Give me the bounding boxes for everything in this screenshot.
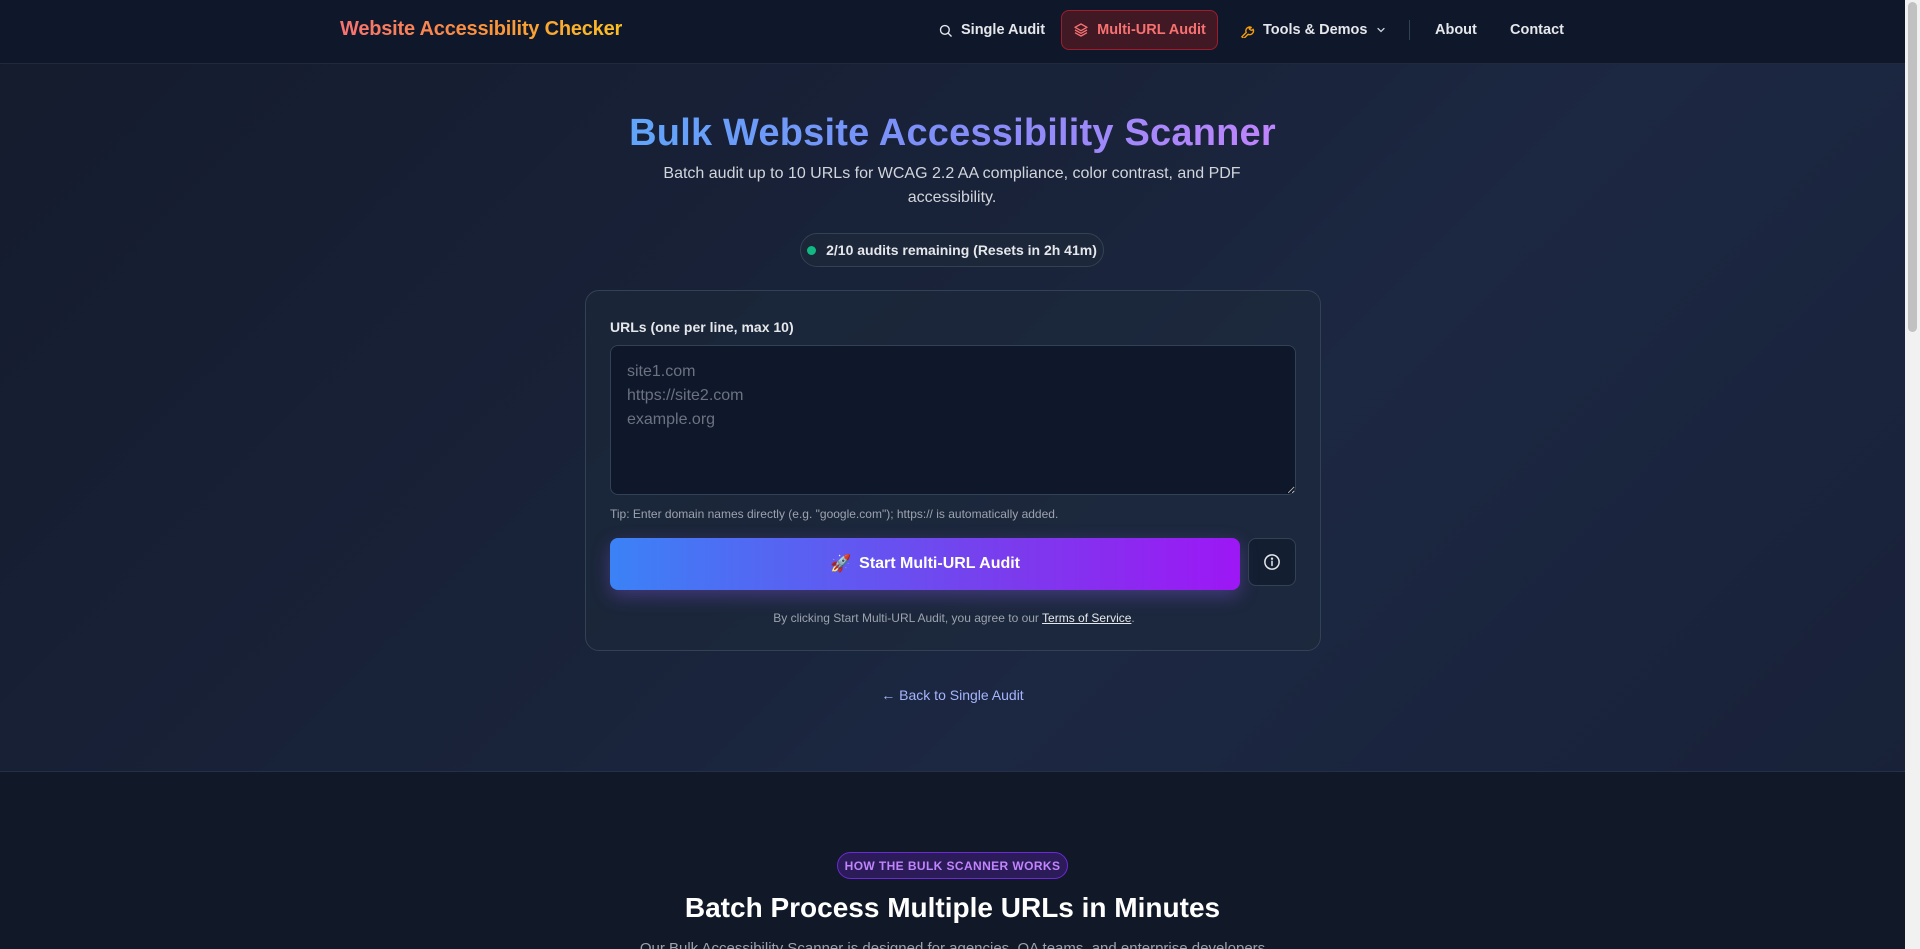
how-it-works-title: Batch Process Multiple URLs in Minutes (684, 892, 1221, 923)
terms-suffix: . (1131, 611, 1135, 625)
brand-logo[interactable]: Website Accessibility Checker (340, 18, 622, 41)
page-title-text: Bulk Website Accessibility Scanner (629, 112, 1276, 154)
page: Website Accessibility Checker Single Aud… (0, 0, 1905, 949)
nav-tools-demos-dropdown[interactable]: Tools & Demos (1230, 10, 1397, 50)
urls-label: URLs (one per line, max 10) (610, 319, 794, 335)
nav-multi-url-audit[interactable]: Multi-URL Audit (1061, 10, 1218, 50)
start-multi-url-audit-button[interactable]: 🚀 Start Multi-URL Audit (610, 538, 1240, 590)
page-scrollbar[interactable] (1905, 0, 1920, 949)
multi-url-form-card: URLs (one per line, max 10) Tip: Enter d… (585, 290, 1321, 651)
urls-tip: Tip: Enter domain names directly (e.g. "… (610, 507, 1059, 521)
nav-contact[interactable]: Contact (1500, 10, 1574, 50)
audit-quota-badge: 2/10 audits remaining (Resets in 2h 41m) (800, 233, 1104, 267)
wrench-icon (1241, 25, 1255, 38)
audit-quota-text: 2/10 audits remaining (Resets in 2h 41m) (826, 242, 1097, 258)
nav-multi-url-audit-label: Multi-URL Audit (1097, 22, 1206, 38)
info-icon (1264, 554, 1280, 570)
how-it-works-description: Our Bulk Accessibility Scanner is design… (639, 940, 1266, 949)
page-title: Bulk Website Accessibility Scanner (0, 112, 1905, 155)
nav-single-audit[interactable]: Single Audit (928, 10, 1055, 50)
page-subtitle: Batch audit up to 10 URLs for WCAG 2.2 A… (663, 165, 1241, 206)
nav-tools-demos-label: Tools & Demos (1263, 22, 1368, 38)
search-icon (939, 24, 952, 37)
chevron-down-icon (1377, 27, 1386, 33)
status-dot-icon (807, 245, 817, 255)
urls-textarea[interactable] (610, 345, 1296, 495)
nav-single-audit-label: Single Audit (961, 22, 1046, 38)
terms-notice: By clicking Start Multi-URL Audit, you a… (586, 611, 1322, 625)
nav-divider (1409, 20, 1410, 40)
back-to-single-audit-link[interactable]: ← Back to Single Audit (0, 687, 1905, 703)
layers-icon (1074, 23, 1088, 37)
rocket-icon: 🚀 (829, 554, 852, 573)
scrollbar-thumb[interactable] (1908, 2, 1917, 332)
terms-of-service-link[interactable]: Terms of Service (1042, 611, 1131, 625)
nav-about[interactable]: About (1425, 10, 1487, 50)
how-it-works-badge: HOW THE BULK SCANNER WORKS (837, 852, 1068, 879)
start-button-label: Start Multi-URL Audit (859, 555, 1021, 572)
top-navbar: Website Accessibility Checker Single Aud… (0, 0, 1905, 64)
info-button[interactable] (1248, 538, 1296, 586)
terms-prefix: By clicking Start Multi-URL Audit, you a… (773, 611, 1043, 625)
